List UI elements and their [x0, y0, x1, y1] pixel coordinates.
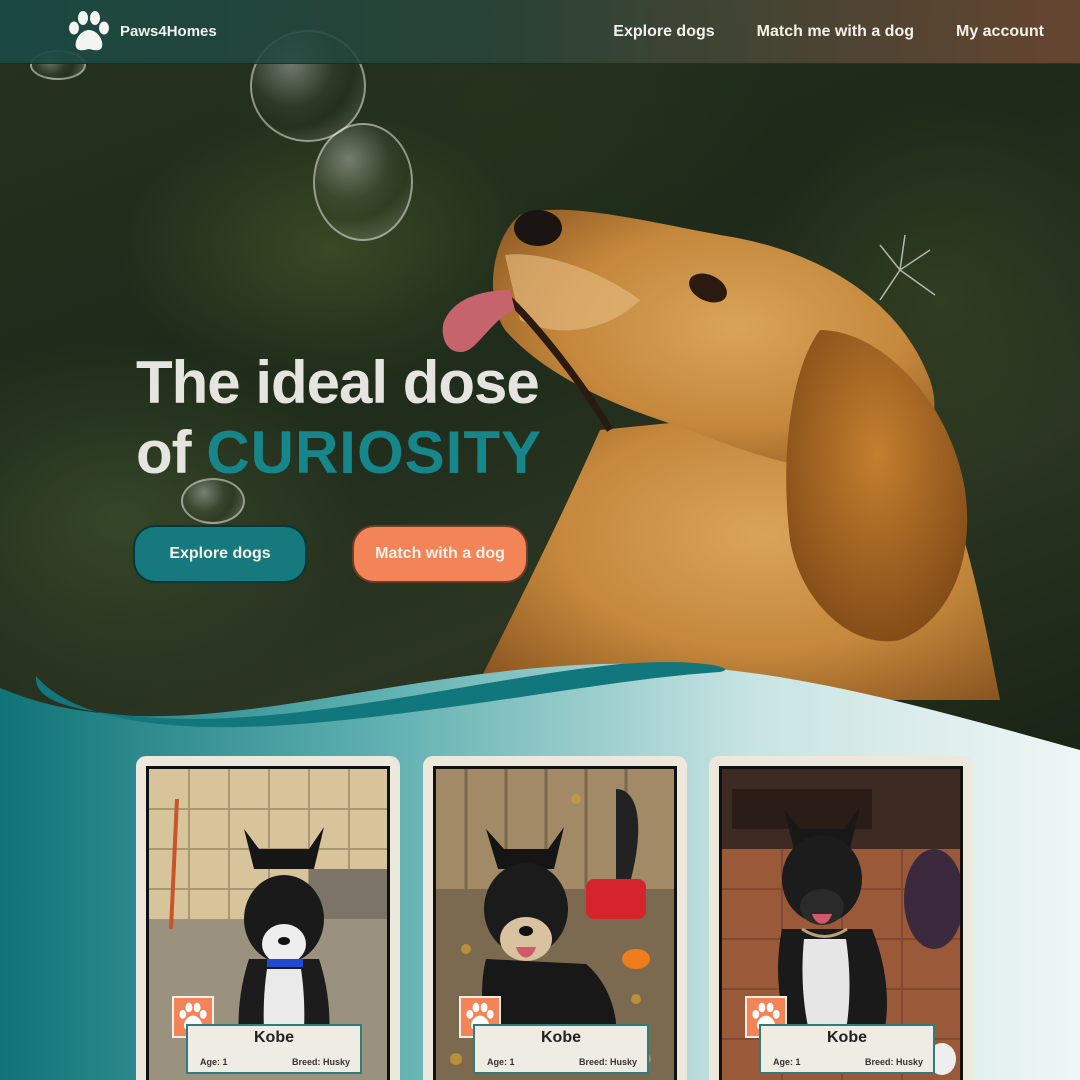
headline-accent: CURIOSITY: [206, 419, 543, 486]
headline-of: of: [136, 419, 192, 486]
match-with-dog-button[interactable]: Match with a dog: [352, 525, 528, 583]
dog-info-box: Kobe Age: 1 Breed: Husky: [759, 1024, 935, 1074]
dog-card[interactable]: Kobe Age: 1 Breed: Husky: [423, 756, 687, 1080]
dog-card[interactable]: Kobe Age: 1 Breed: Husky: [136, 756, 400, 1080]
dog-breed: Breed: Husky: [578, 1057, 637, 1067]
dog-name: Kobe: [254, 1029, 294, 1046]
dog-name: Kobe: [827, 1029, 867, 1046]
top-navbar: Paws4Homes Explore dogs Match me with a …: [0, 0, 1080, 64]
dog-card[interactable]: Kobe Age: 1 Breed: Husky: [709, 756, 973, 1080]
explore-dogs-button[interactable]: Explore dogs: [133, 525, 307, 583]
dog-name: Kobe: [541, 1029, 581, 1046]
dog-age: Age: 1: [773, 1057, 801, 1067]
brand-name: Paws4Homes: [120, 23, 217, 40]
dog-age: Age: 1: [200, 1057, 228, 1067]
nav-match-me[interactable]: Match me with a dog: [757, 23, 914, 41]
dog-breed: Breed: Husky: [291, 1057, 350, 1067]
headline-line-1: The ideal dose: [136, 349, 540, 416]
paw-icon: [69, 10, 109, 50]
headline-line-2: of CURIOSITY: [136, 418, 542, 488]
dog-info-box: Kobe Age: 1 Breed: Husky: [186, 1024, 362, 1074]
nav-explore-dogs[interactable]: Explore dogs: [613, 23, 714, 41]
dog-breed: Breed: Husky: [864, 1057, 923, 1067]
nav-links: Explore dogs Match me with a dog My acco…: [613, 23, 1044, 41]
dog-info-box: Kobe Age: 1 Breed: Husky: [473, 1024, 649, 1074]
hero-headline: The ideal dose of CURIOSITY: [136, 348, 542, 488]
nav-my-account[interactable]: My account: [956, 23, 1044, 41]
dog-age: Age: 1: [487, 1057, 515, 1067]
brand-logo[interactable]: Paws4Homes: [66, 10, 217, 54]
